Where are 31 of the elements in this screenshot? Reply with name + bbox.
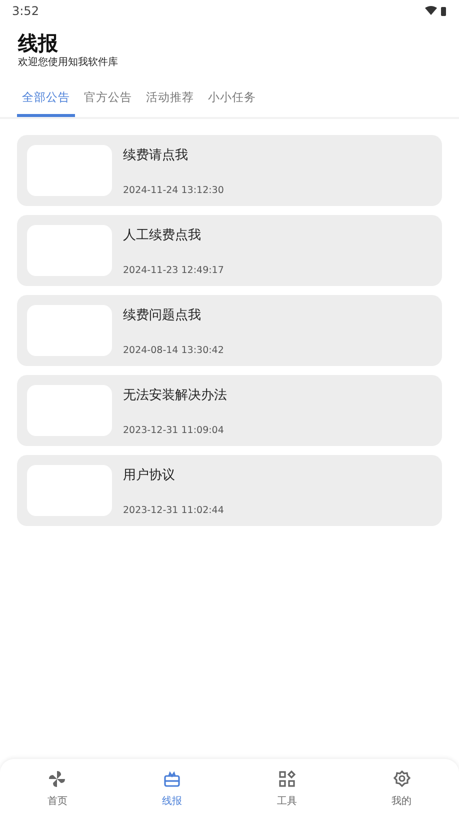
post-card[interactable]: 人工续费点我 2024-11-23 12:49:17 bbox=[17, 215, 442, 286]
settings-icon bbox=[392, 770, 411, 788]
post-title: 用户协议 bbox=[123, 466, 176, 484]
wifi-battery-icon bbox=[425, 6, 447, 16]
pinwheel-icon bbox=[48, 770, 66, 788]
gift-icon bbox=[163, 770, 182, 788]
tab[interactable]: 官方公告 bbox=[79, 84, 137, 117]
post-date: 2024-08-14 13:30:42 bbox=[123, 344, 224, 356]
post-date: 2024-11-24 13:12:30 bbox=[123, 184, 224, 196]
post-title: 续费问题点我 bbox=[123, 306, 202, 324]
nav-item[interactable]: 线报 bbox=[114, 759, 230, 817]
tab[interactable]: 活动推荐 bbox=[141, 84, 199, 117]
post-card[interactable]: 续费问题点我 2024-08-14 13:30:42 bbox=[17, 295, 442, 366]
tab[interactable]: 全部公告 bbox=[17, 84, 75, 117]
post-date: 2023-12-31 11:09:04 bbox=[123, 424, 225, 436]
post-date: 2023-12-31 11:02:44 bbox=[123, 504, 224, 516]
post-title: 无法安装解决办法 bbox=[123, 386, 227, 404]
page-subtitle: 欢迎您使用知我软件库 bbox=[18, 56, 119, 70]
post-card[interactable]: 无法安装解决办法 2023-12-31 11:09:04 bbox=[17, 375, 442, 446]
nav-item[interactable]: 首页 bbox=[0, 759, 115, 817]
post-date: 2024-11-23 12:49:17 bbox=[123, 264, 224, 276]
post-title: 续费请点我 bbox=[123, 146, 189, 164]
post-title: 人工续费点我 bbox=[123, 226, 202, 244]
nav-item[interactable]: 我的 bbox=[344, 759, 459, 817]
post-card[interactable]: 用户协议 2023-12-31 11:02:44 bbox=[17, 455, 442, 526]
status-time: 3:52 bbox=[12, 4, 39, 18]
post-card[interactable]: 续费请点我 2024-11-24 13:12:30 bbox=[17, 135, 442, 206]
nav-item[interactable]: 工具 bbox=[230, 759, 344, 817]
page-title: 线报 bbox=[18, 30, 59, 56]
apps-icon bbox=[278, 770, 296, 788]
tab[interactable]: 小小任务 bbox=[203, 84, 261, 117]
